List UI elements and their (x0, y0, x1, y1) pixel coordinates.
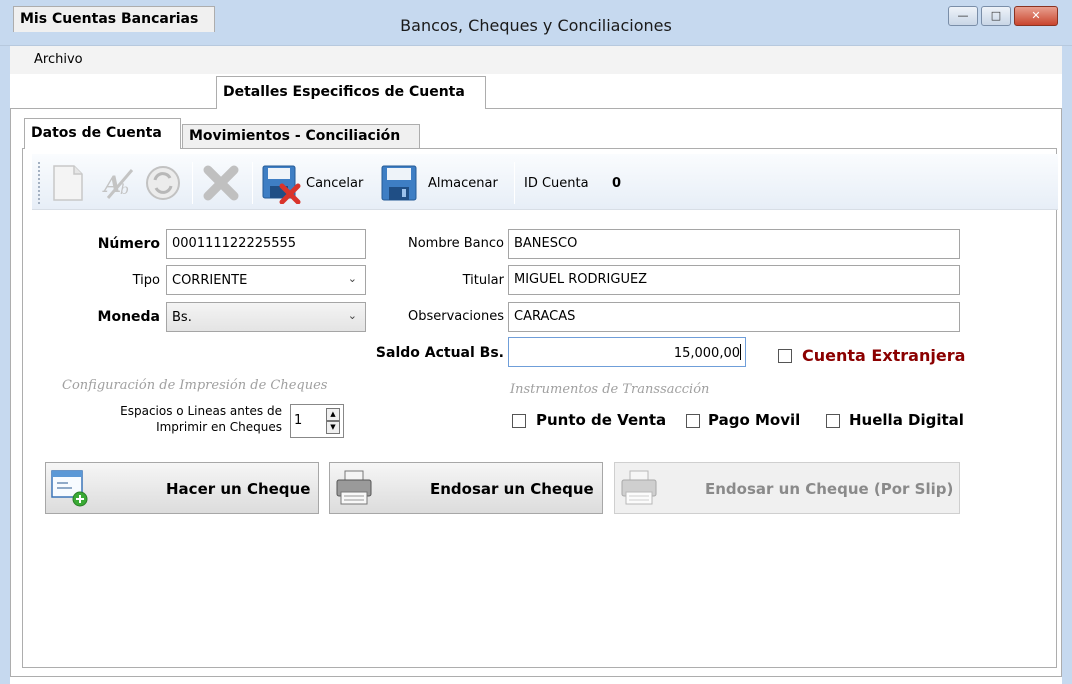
cancel-save-icon[interactable] (260, 162, 302, 205)
moneda-value: Bs. (172, 310, 192, 325)
spellcheck-icon[interactable]: Ab (98, 162, 140, 204)
endorse-check-label: Endosar un Cheque (430, 480, 594, 498)
save-button[interactable]: Almacenar (428, 176, 498, 191)
menu-archivo[interactable]: Archivo (34, 52, 83, 67)
make-check-label: Hacer un Cheque (166, 480, 311, 498)
window-controls: — □ ✕ (948, 6, 1058, 26)
titular-label: Titular (462, 273, 504, 288)
chevron-down-icon: ⌄ (347, 272, 357, 285)
toolbar-separator (192, 162, 193, 204)
titular-field[interactable]: MIGUEL RODRIGUEZ (508, 265, 960, 295)
spaces-stepper[interactable]: 1 ▲ ▼ (290, 404, 344, 438)
spaces-value: 1 (294, 413, 303, 428)
tab-movimientos[interactable]: Movimientos - Conciliación (182, 124, 420, 148)
maximize-button[interactable]: □ (981, 6, 1011, 26)
tipo-select[interactable]: CORRIENTE ⌄ (166, 265, 366, 295)
saldo-label: Saldo Actual Bs. (375, 345, 504, 361)
huella-digital-label: Huella Digital (849, 411, 964, 429)
numero-label: Número (97, 236, 160, 252)
moneda-select[interactable]: Bs. ⌄ (166, 302, 366, 332)
tab-detalles-cuenta[interactable]: Detalles Especificos de Cuenta (216, 76, 486, 109)
huella-digital-checkbox[interactable] (826, 414, 840, 428)
spaces-label-1: Espacios o Lineas antes de (120, 404, 282, 418)
toolbar-separator (514, 162, 515, 204)
tipo-value: CORRIENTE (172, 273, 248, 288)
minimize-button[interactable]: — (948, 6, 978, 26)
punto-venta-label: Punto de Venta (536, 411, 667, 429)
observaciones-field[interactable]: CARACAS (508, 302, 960, 332)
stepper-down-button[interactable]: ▼ (326, 421, 340, 434)
saldo-value: 15,000,00 (673, 346, 740, 361)
moneda-label: Moneda (97, 309, 160, 325)
cancel-button[interactable]: Cancelar (306, 176, 363, 191)
endorse-check-button[interactable]: Endosar un Cheque (329, 462, 603, 514)
spaces-label-2: Imprimir en Cheques (156, 420, 282, 434)
window-frame-right (1062, 46, 1072, 684)
toolbar-grip (38, 162, 41, 204)
print-config-title: Configuración de Impresión de Cheques (62, 378, 328, 393)
menu-bar: Archivo (10, 46, 1062, 74)
instruments-title: Instrumentos de Transsacción (510, 382, 710, 397)
text-cursor (740, 344, 741, 360)
cuenta-extranjera-checkbox[interactable] (778, 349, 792, 363)
cuenta-extranjera-label: Cuenta Extranjera (802, 346, 966, 365)
endorse-slip-label: Endosar un Cheque (Por Slip) (705, 480, 954, 498)
stepper-up-button[interactable]: ▲ (326, 408, 340, 421)
tipo-label: Tipo (132, 273, 160, 288)
close-button[interactable]: ✕ (1014, 6, 1058, 26)
nombre-banco-field[interactable]: BANESCO (508, 229, 960, 259)
chevron-down-icon: ⌄ (347, 309, 357, 322)
make-check-button[interactable]: Hacer un Cheque (45, 462, 319, 514)
tab-mis-cuentas[interactable]: Mis Cuentas Bancarias (13, 6, 215, 32)
pago-movil-label: Pago Movil (708, 411, 801, 429)
numero-field[interactable]: 000111122225555 (166, 229, 366, 259)
delete-icon[interactable] (200, 162, 242, 204)
stepper-buttons: ▲ ▼ (326, 408, 340, 434)
save-icon[interactable] (378, 162, 420, 204)
endorse-slip-button[interactable]: Endosar un Cheque (Por Slip) (614, 462, 960, 514)
printer-icon (334, 469, 376, 507)
tab-datos-cuenta[interactable]: Datos de Cuenta (24, 118, 181, 149)
new-document-icon[interactable] (50, 162, 92, 204)
punto-venta-checkbox[interactable] (512, 414, 526, 428)
toolbar-separator (252, 162, 253, 204)
nombre-banco-label: Nombre Banco (407, 236, 504, 251)
printer-icon (619, 469, 661, 507)
new-check-icon (50, 469, 92, 507)
saldo-field[interactable]: 15,000,00 (508, 337, 746, 367)
account-id-label: ID Cuenta (524, 176, 589, 191)
account-id-value: 0 (612, 176, 622, 191)
observaciones-label: Observaciones (408, 309, 504, 324)
window-frame-left (0, 46, 10, 684)
refresh-icon[interactable] (142, 162, 184, 204)
pago-movil-checkbox[interactable] (686, 414, 700, 428)
